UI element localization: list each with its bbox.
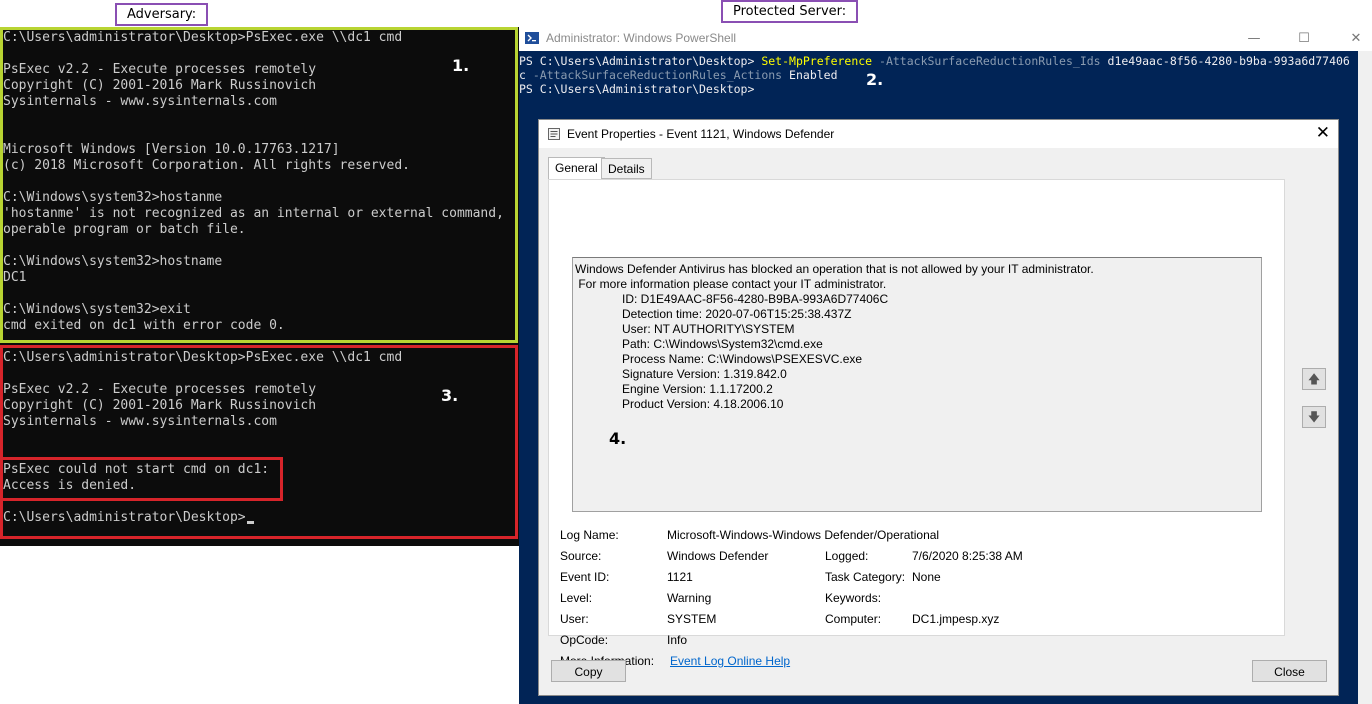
cmd-line: DC1 <box>3 270 27 285</box>
tab-general[interactable]: General <box>548 157 605 180</box>
cmd-line: Sysinternals - www.sysinternals.com <box>3 94 277 109</box>
description-line: Detection time: 2020-07-06T15:25:38.437Z <box>622 307 852 321</box>
event-id-label: Event ID: <box>560 570 610 584</box>
cmd-line: 'hostanme' is not recognized as an inter… <box>3 206 504 221</box>
cursor <box>246 521 254 524</box>
minimize-button[interactable]: — <box>1240 29 1268 49</box>
ps-prompt-line: PS C:\Users\Administrator\Desktop> <box>519 82 755 96</box>
powershell-titlebar: Administrator: Windows PowerShell — ☐ ✕ <box>519 27 1372 51</box>
cmd-line: Sysinternals - www.sysinternals.com <box>3 414 277 429</box>
description-line: Signature Version: 1.319.842.0 <box>622 367 787 381</box>
task-category-label: Task Category: <box>825 570 906 584</box>
cmd-line: Microsoft Windows [Version 10.0.17763.12… <box>3 142 340 157</box>
keywords-label: Keywords: <box>825 591 882 605</box>
ps-value: d1e49aac-8f56-4280-b9ba-993a6d77406 <box>1100 54 1350 68</box>
cmd-line: PsExec could not start cmd on dc1: <box>3 462 270 477</box>
description-line: Windows Defender Antivirus has blocked a… <box>575 262 1094 276</box>
cmd-prompt-text: C:\Users\administrator\Desktop> <box>3 510 246 525</box>
source-label: Source: <box>560 549 602 563</box>
ps-param: -AttackSurfaceReductionRules_Actions <box>525 68 783 82</box>
cmd-line: Copyright (C) 2001-2016 Mark Russinovich <box>3 78 317 93</box>
ps-cmdlet: Set-MpPreference <box>761 54 873 68</box>
log-name-value: Microsoft-Windows-Windows Defender/Opera… <box>667 528 940 542</box>
ps-prompt: PS C:\Users\Administrator\Desktop> <box>519 54 762 68</box>
dialog-title: Event Properties - Event 1121, Windows D… <box>567 127 835 141</box>
cmd-line: C:\Windows\system32>hostname <box>3 254 223 269</box>
logged-label: Logged: <box>825 549 869 563</box>
description-line: Process Name: C:\Windows\PSEXESVC.exe <box>622 352 863 366</box>
user-label: User: <box>560 612 589 626</box>
cmd-line: C:\Windows\system32>exit <box>3 302 191 317</box>
close-dialog-button[interactable]: Close <box>1252 660 1327 682</box>
ps-command-line: PS C:\Users\Administrator\Desktop> Set-M… <box>519 54 1350 68</box>
cmd-line: operable program or batch file. <box>3 222 246 237</box>
step-4-marker: 4. <box>609 429 627 448</box>
ps-wrap: c <box>519 68 526 82</box>
dialog-close-icon[interactable]: ✕ <box>1316 123 1330 143</box>
general-panel: Windows Defender Antivirus has blocked a… <box>548 179 1285 668</box>
step-2-marker: 2. <box>866 70 884 89</box>
powershell-icon <box>525 32 539 44</box>
description-line: Engine Version: 1.1.17200.2 <box>622 382 773 396</box>
cmd-terminal[interactable]: C:\Users\administrator\Desktop>PsExec.ex… <box>0 27 519 546</box>
event-log-online-help-link[interactable]: Event Log Online Help <box>670 654 790 668</box>
dialog-titlebar: Event Properties - Event 1121, Windows D… <box>539 120 1338 148</box>
opcode-label: OpCode: <box>560 633 609 647</box>
cmd-line: C:\Users\administrator\Desktop>PsExec.ex… <box>3 350 403 365</box>
cmd-line: Copyright (C) 2001-2016 Mark Russinovich <box>3 398 317 413</box>
cmd-line: PsExec v2.2 - Execute processes remotely <box>3 62 317 77</box>
previous-event-button[interactable]: 🡅 <box>1302 368 1326 390</box>
level-value: Warning <box>667 591 712 605</box>
adversary-label: Adversary: <box>115 3 209 26</box>
ps-param: -AttackSurfaceReductionRules_Ids <box>872 54 1101 68</box>
tab-details[interactable]: Details <box>601 158 652 179</box>
step-1-marker: 1. <box>452 56 470 75</box>
logged-value: 7/6/2020 8:25:38 AM <box>912 549 1023 563</box>
cmd-line: cmd exited on dc1 with error code 0. <box>3 318 285 333</box>
event-properties-dialog[interactable]: Event Properties - Event 1121, Windows D… <box>538 119 1339 696</box>
copy-button[interactable]: Copy <box>551 660 626 682</box>
description-line: For more information please contact your… <box>575 277 887 291</box>
source-value: Windows Defender <box>667 549 769 563</box>
cmd-line: C:\Users\administrator\Desktop>PsExec.ex… <box>3 30 403 45</box>
maximize-button[interactable]: ☐ <box>1290 29 1318 49</box>
cmd-prompt[interactable]: C:\Users\administrator\Desktop> <box>3 510 254 526</box>
log-name-label: Log Name: <box>560 528 619 542</box>
ps-command-line-cont: c -AttackSurfaceReductionRules_Actions E… <box>519 68 838 82</box>
event-id-value: 1121 <box>667 570 693 584</box>
close-button[interactable]: ✕ <box>1342 29 1370 49</box>
description-line: Path: C:\Windows\System32\cmd.exe <box>622 337 823 351</box>
next-event-button[interactable]: 🡇 <box>1302 406 1326 428</box>
arrow-up-icon: 🡅 <box>1307 372 1321 386</box>
description-line: Product Version: 4.18.2006.10 <box>622 397 784 411</box>
cmd-line: (c) 2018 Microsoft Corporation. All righ… <box>3 158 410 173</box>
opcode-value: Info <box>667 633 688 647</box>
cmd-line: Access is denied. <box>3 478 137 493</box>
task-category-value: None <box>912 570 941 584</box>
event-viewer-icon <box>548 128 560 140</box>
powershell-scrollbar[interactable] <box>1358 51 1372 704</box>
event-description-box[interactable]: Windows Defender Antivirus has blocked a… <box>572 257 1262 512</box>
user-value: SYSTEM <box>667 612 717 626</box>
level-label: Level: <box>560 591 593 605</box>
powershell-title: Administrator: Windows PowerShell <box>546 31 737 45</box>
cmd-line: C:\Windows\system32>hostanme <box>3 190 223 205</box>
computer-label: Computer: <box>825 612 882 626</box>
step-3-marker: 3. <box>441 386 459 405</box>
ps-value: Enabled <box>782 68 838 82</box>
description-line: User: NT AUTHORITY\SYSTEM <box>622 322 795 336</box>
cmd-line: PsExec v2.2 - Execute processes remotely <box>3 382 317 397</box>
computer-value: DC1.jmpesp.xyz <box>912 612 1000 626</box>
description-line: ID: D1E49AAC-8F56-4280-B9BA-993A6D77406C <box>622 292 889 306</box>
arrow-down-icon: 🡇 <box>1307 410 1321 424</box>
protected-server-label: Protected Server: <box>721 0 859 23</box>
